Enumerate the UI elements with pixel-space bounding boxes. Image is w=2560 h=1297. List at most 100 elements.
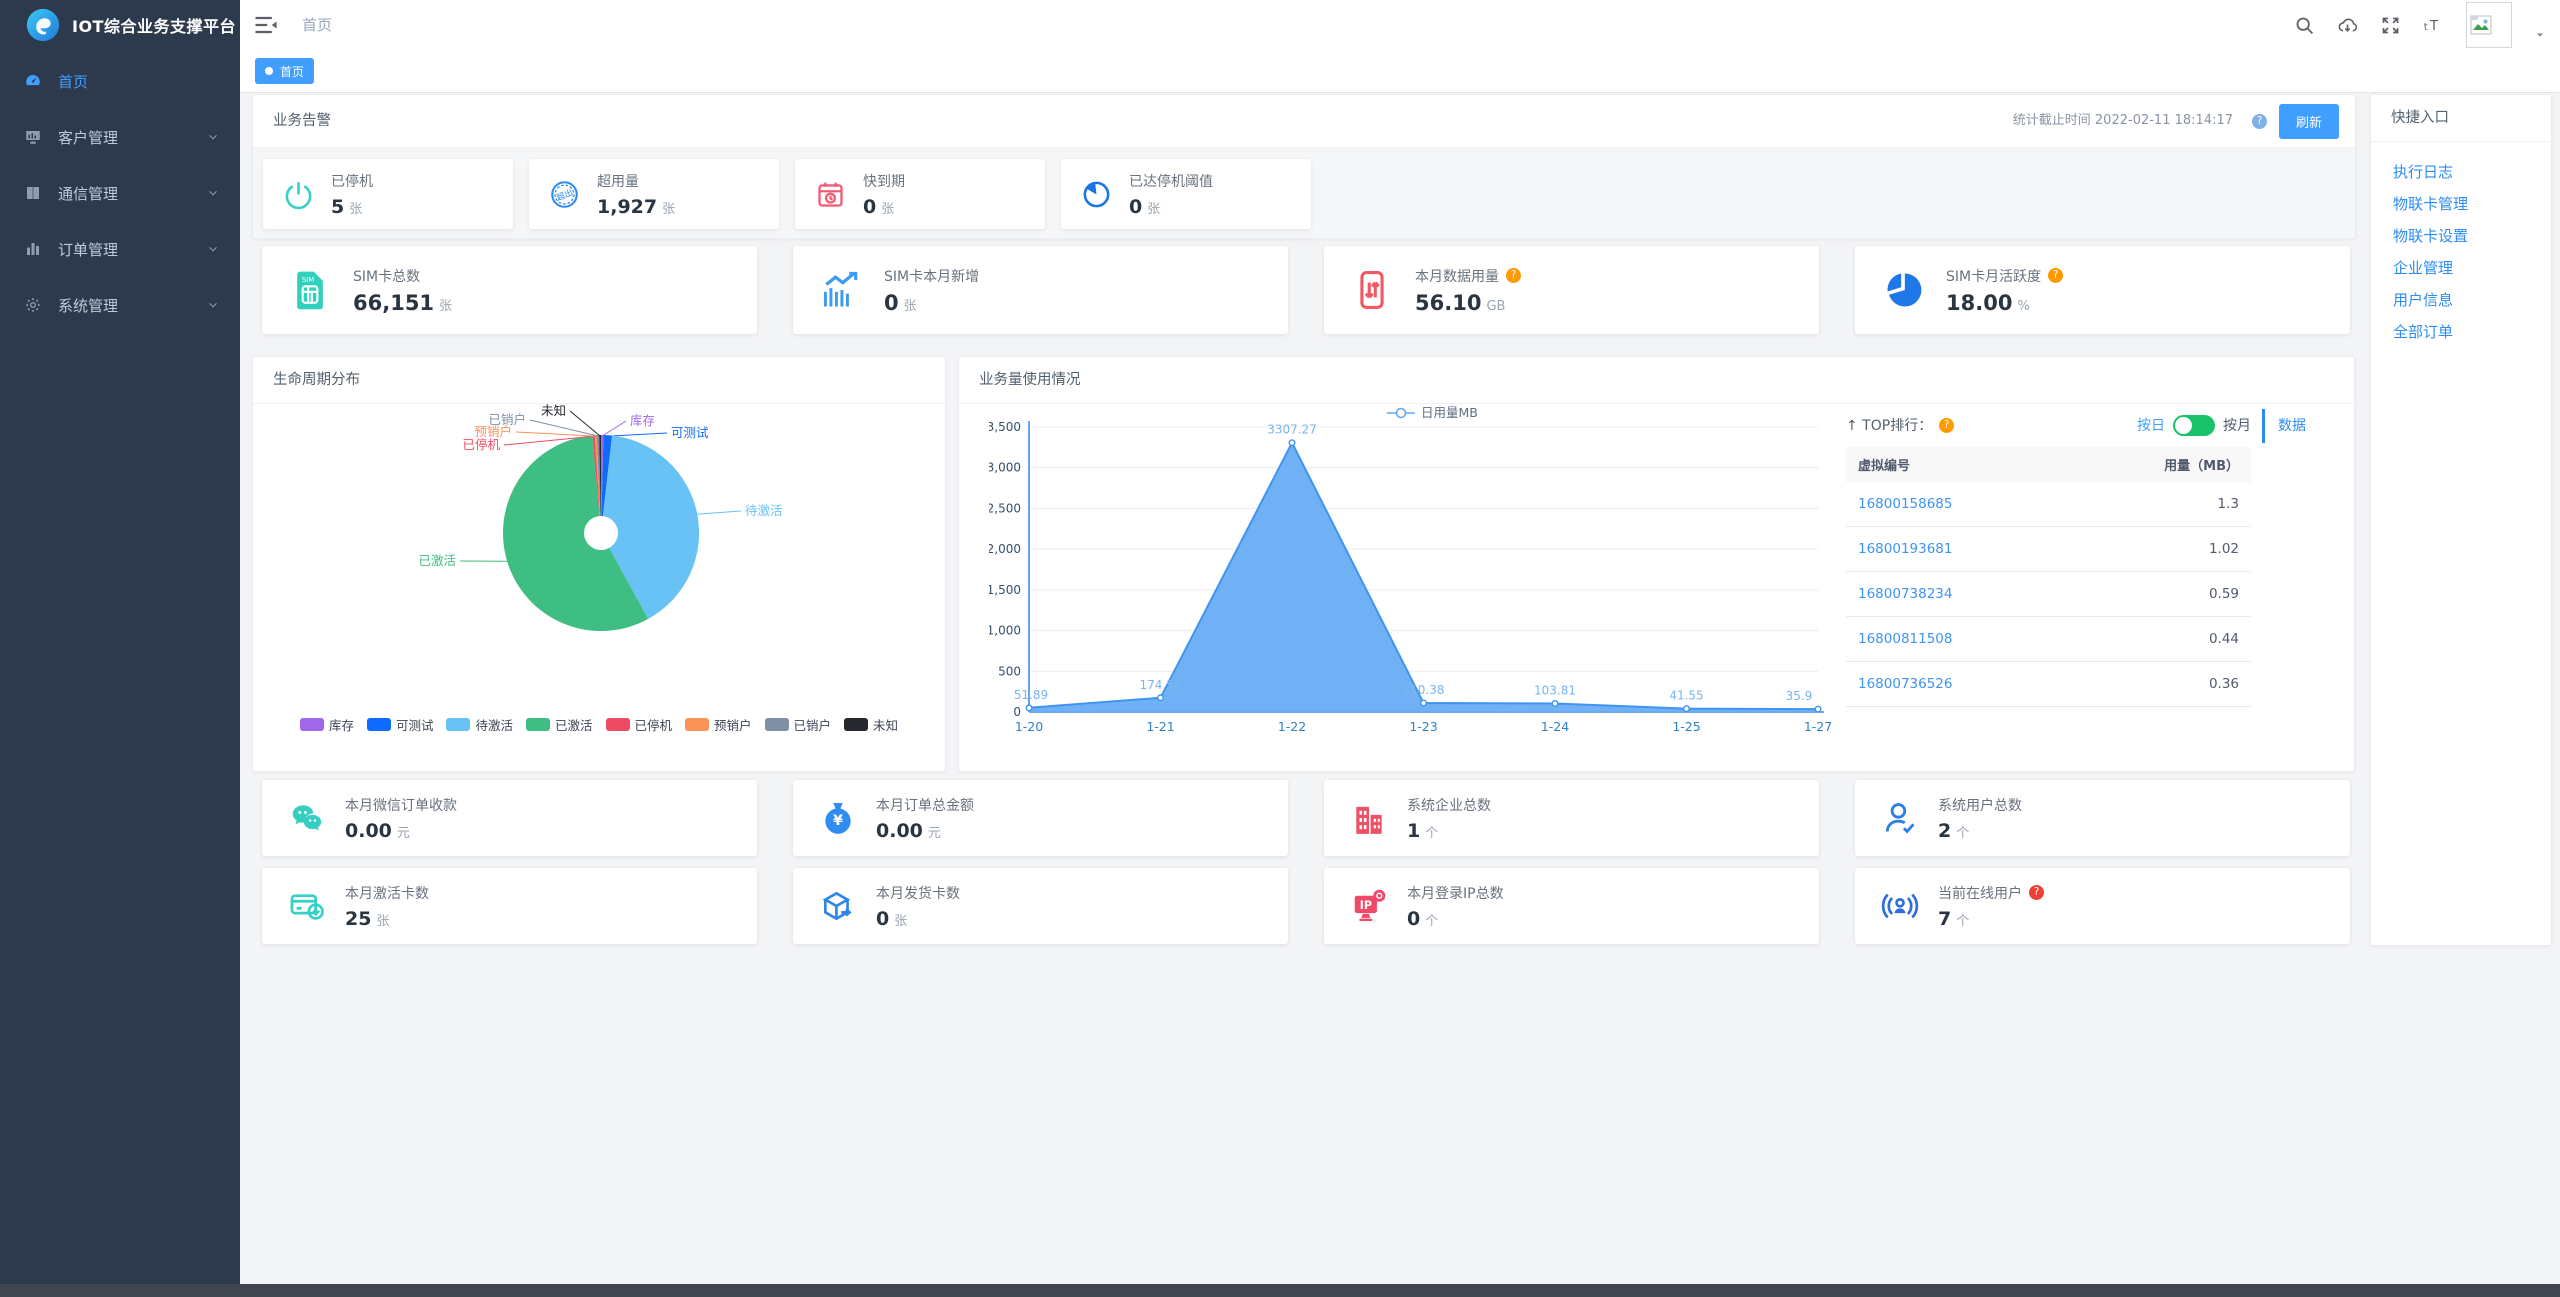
svg-text:1-22: 1-22 — [1278, 719, 1306, 734]
stat-card: SIM SIM卡总数 66,151 张 — [262, 246, 757, 334]
tag-active-dot — [265, 67, 273, 75]
quick-link[interactable]: 用户信息 — [2393, 284, 2551, 316]
stat-unit: % — [2017, 298, 2030, 314]
alert-body: 已停机 5 张超出 超用量 1,927 张快到期 0 张已达停机阈值 0 张 — [253, 148, 2355, 238]
legend-item[interactable]: 未知 — [844, 715, 898, 734]
stat-title: 快到期 — [863, 173, 905, 190]
quick-link[interactable]: 物联卡设置 — [2393, 220, 2551, 252]
legend-item[interactable]: 待激活 — [446, 715, 513, 734]
sidebar-item-label: 订单管理 — [58, 240, 119, 259]
legend-item[interactable]: 库存 — [299, 715, 354, 734]
breadcrumb[interactable]: 首页 — [302, 0, 332, 50]
fullscreen-icon[interactable] — [2380, 15, 2401, 36]
help-icon[interactable]: ? — [2029, 885, 2044, 900]
stat-unit: 张 — [439, 298, 453, 314]
stat-value: 1,927 — [597, 195, 658, 218]
table-row: 16800158685 1.3 — [1846, 482, 2251, 527]
svg-text:日用量MB: 日用量MB — [1421, 405, 1478, 420]
stat-value: 0 — [884, 290, 899, 315]
navbar-icons: tT — [2294, 0, 2546, 50]
stat-value: 0.00 — [345, 819, 392, 842]
gear-icon — [24, 296, 42, 314]
stat-title: 系统用户总数 — [1938, 797, 2022, 814]
sidebar-item-label: 首页 — [58, 72, 89, 91]
virtual-number-link[interactable]: 16800193681 — [1846, 526, 2067, 572]
stat-card: 本月发货卡数 0 张 — [793, 868, 1288, 944]
legend-item[interactable]: 已停机 — [605, 715, 672, 734]
hamburger-icon[interactable] — [252, 11, 280, 39]
stat-unit: 元 — [927, 825, 941, 841]
stat-card: 本月激活卡数 25 张 — [262, 868, 757, 944]
virtual-number-link[interactable]: 16800158685 — [1846, 482, 2067, 527]
usage-value: 1.02 — [2066, 526, 2251, 572]
power-icon — [283, 179, 314, 210]
sidebar-item-home[interactable]: 首页 — [0, 53, 240, 109]
table-row: 16800736526 0.36 — [1846, 661, 2251, 707]
stat-value: 0 — [1129, 195, 1143, 218]
tag-label: 首页 — [280, 64, 305, 79]
tags-bar: 首页 — [240, 50, 2560, 93]
svg-text:未知: 未知 — [541, 403, 566, 418]
stat-unit: 个 — [1425, 913, 1439, 929]
usage-value: 0.59 — [2066, 571, 2251, 617]
svg-text:174.56: 174.56 — [1140, 678, 1182, 692]
sidebar-item-4[interactable]: 系统管理 — [0, 277, 240, 333]
legend-item[interactable]: 已激活 — [525, 715, 593, 734]
quick-link[interactable]: 物联卡管理 — [2393, 188, 2551, 220]
svg-text:待激活: 待激活 — [745, 503, 783, 518]
legend-item[interactable]: 预销户 — [685, 715, 752, 734]
table-row: 16800738234 0.59 — [1846, 571, 2251, 617]
stat-title: 本月发货卡数 — [876, 885, 960, 902]
col-virtual-number: 虚拟编号 — [1846, 447, 2067, 482]
toggle-by-day-label[interactable]: 按日 — [2137, 415, 2165, 435]
dashboard-screen: IOT综合业务支撑平台 首页 客户管理 通信管理 订单管理 系统管理 首页 tT 首页 — [0, 0, 2560, 1297]
help-icon[interactable]: ? — [1506, 268, 1521, 283]
sidebar-item-3[interactable]: 订单管理 — [0, 221, 240, 277]
pie-legend: 库存 可测试 待激活 已激活 已停机 预销户 已销户 未知 — [253, 715, 945, 734]
svg-text:1-24: 1-24 — [1541, 719, 1569, 734]
svg-text:1,500: 1,500 — [989, 583, 1021, 597]
cloud-download-icon[interactable] — [2337, 15, 2358, 36]
svg-text:3,500: 3,500 — [989, 420, 1021, 434]
toggle-by-month-label[interactable]: 按月 — [2223, 415, 2251, 435]
panel-title: 业务告警 — [273, 113, 331, 129]
svg-text:3,000: 3,000 — [989, 461, 1021, 475]
alert-cards: 已停机 5 张超出 超用量 1,927 张快到期 0 张已达停机阈值 0 张 — [263, 159, 1311, 229]
help-icon[interactable]: ? — [2251, 113, 2267, 129]
day-month-toggle[interactable] — [2173, 414, 2215, 436]
top-ranking-block: ↑ TOP排行： ? 按日 按月 虚拟编号 用量（MB） 16800158685… — [1846, 407, 2251, 707]
sidebar-item-1[interactable]: 客户管理 — [0, 109, 240, 165]
avatar[interactable] — [2466, 2, 2512, 48]
image-placeholder-icon — [2470, 15, 2492, 35]
quick-link[interactable]: 执行日志 — [2393, 156, 2551, 188]
stat-value: 0 — [876, 907, 890, 930]
search-icon[interactable] — [2294, 15, 2315, 36]
font-size-icon[interactable]: tT — [2423, 15, 2444, 36]
panel-title: 快捷入口 — [2391, 110, 2449, 126]
stat-title: 本月数据用量 — [1415, 268, 1499, 285]
help-icon[interactable]: ? — [1939, 417, 1955, 433]
svg-text:已激活: 已激活 — [418, 553, 456, 568]
stat-value: 2 — [1938, 819, 1952, 842]
quick-link[interactable]: 企业管理 — [2393, 252, 2551, 284]
quick-link[interactable]: 全部订单 — [2393, 316, 2551, 348]
svg-text:可测试: 可测试 — [671, 425, 709, 440]
sidebar-item-2[interactable]: 通信管理 — [0, 165, 240, 221]
communication-icon — [24, 184, 42, 202]
stat-card: ¥ 本月订单总金额 0.00 元 — [793, 780, 1288, 856]
tab-data[interactable]: 数据 — [2262, 409, 2306, 443]
virtual-number-link[interactable]: 16800736526 — [1846, 661, 2067, 707]
legend-item[interactable]: 可测试 — [366, 715, 433, 734]
panel-header: 业务告警 统计截止时间 2022-02-11 18:14:17 ? 刷新 — [253, 95, 2355, 148]
svg-text:1-21: 1-21 — [1146, 719, 1174, 734]
refresh-button[interactable]: 刷新 — [2278, 103, 2339, 139]
table-row: 16800811508 0.44 — [1846, 616, 2251, 662]
col-usage: 用量（MB） — [2066, 447, 2251, 482]
help-icon[interactable]: ? — [2048, 268, 2064, 283]
data-usage-icon — [1350, 268, 1394, 312]
virtual-number-link[interactable]: 16800738234 — [1846, 571, 2067, 617]
tag-home[interactable]: 首页 — [255, 58, 315, 84]
chevron-down-icon[interactable] — [2534, 26, 2546, 38]
virtual-number-link[interactable]: 16800811508 — [1846, 616, 2067, 662]
legend-item[interactable]: 已销户 — [764, 715, 831, 734]
